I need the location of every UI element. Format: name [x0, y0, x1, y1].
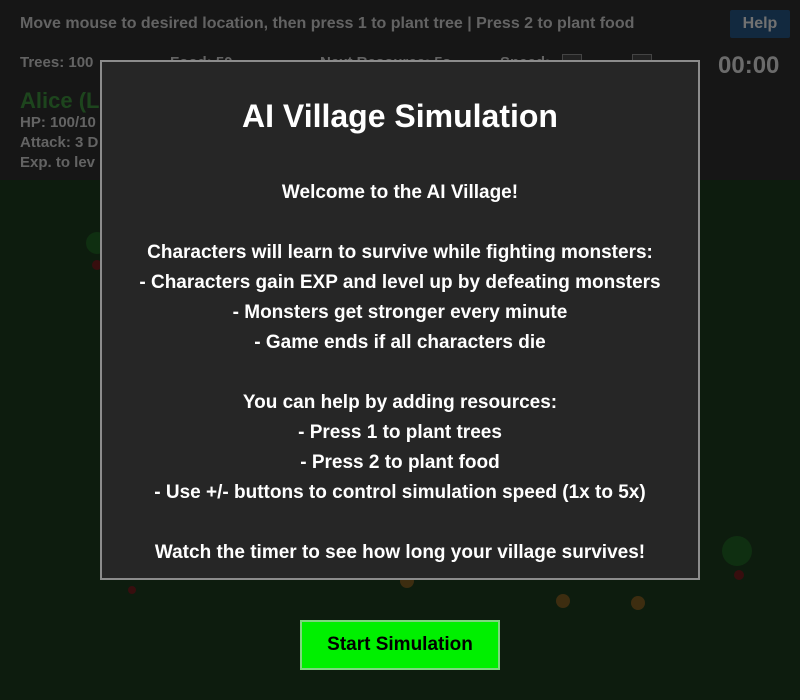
dialog-line: - Use +/- buttons to control simulation … [154, 482, 646, 503]
dialog-line: Characters will learn to survive while f… [147, 242, 653, 263]
start-simulation-button[interactable]: Start Simulation [300, 620, 500, 670]
dialog-line: Watch the timer to see how long your vil… [154, 542, 646, 563]
dialog-line: - Game ends if all characters die [254, 332, 546, 353]
dialog-line: - Press 1 to plant trees [298, 422, 502, 443]
dialog-title: AI Village Simulation [242, 98, 558, 134]
dialog-body: Welcome to the AI Village! Characters wi… [102, 178, 698, 568]
dialog-line: You can help by adding resources: [242, 392, 558, 413]
dialog-line [102, 508, 698, 538]
dialog-line: - Press 2 to plant food [300, 452, 500, 473]
dialog-line: Welcome to the AI Village! [281, 182, 519, 203]
welcome-dialog: AI Village Simulation Welcome to the AI … [100, 60, 700, 580]
dialog-line: - Characters gain EXP and level up by de… [139, 272, 661, 293]
dialog-line: - Monsters get stronger every minute [232, 302, 568, 323]
dialog-line [102, 208, 698, 238]
dialog-line [102, 358, 698, 388]
